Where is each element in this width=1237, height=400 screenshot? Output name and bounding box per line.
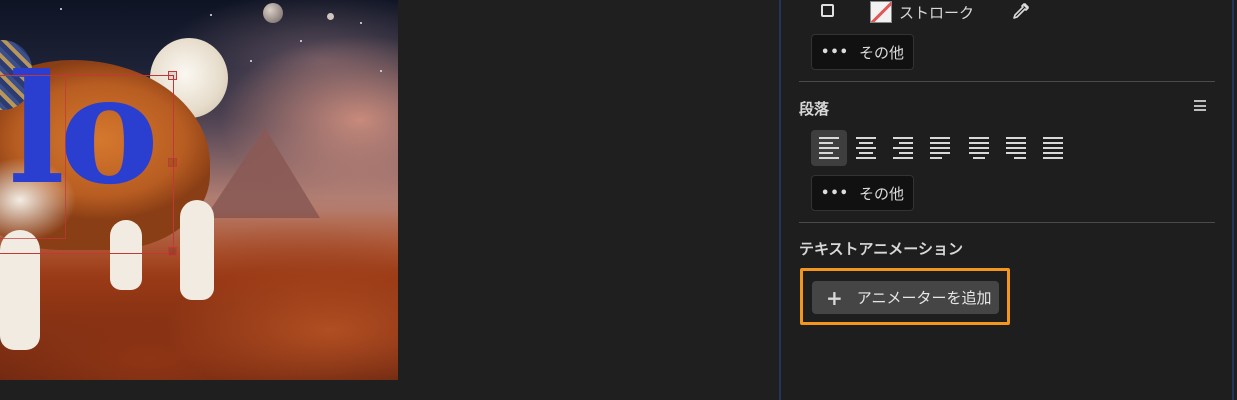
planet (327, 13, 334, 20)
properties-panel: ストローク ••• その他 段落 ••• その他 テキストアニメーション + ア… (781, 0, 1232, 400)
character-fill-row (821, 4, 834, 17)
paragraph-section-title: 段落 (799, 100, 830, 118)
star (210, 14, 212, 16)
character-more-button[interactable]: ••• その他 (811, 34, 914, 70)
planet (263, 3, 283, 23)
dog-leg (180, 200, 214, 300)
align-center-button[interactable] (848, 130, 884, 166)
align-left-button[interactable] (811, 130, 847, 166)
paragraph-more-button[interactable]: ••• その他 (811, 175, 914, 211)
star (250, 60, 252, 62)
highlight-outline: + アニメーターを追加 (800, 268, 1010, 325)
text-animation-section-title: テキストアニメーション (799, 240, 963, 258)
add-animator-button[interactable]: + アニメーターを追加 (812, 281, 999, 314)
more-dots-icon: ••• (821, 185, 849, 201)
justify-all-button[interactable] (1035, 130, 1071, 166)
add-animator-label: アニメーターを追加 (856, 289, 992, 307)
text-inner-box (0, 75, 66, 239)
stroke-control[interactable]: ストローク (870, 1, 974, 23)
justify-right-button[interactable] (998, 130, 1034, 166)
justify-left-button[interactable] (922, 130, 958, 166)
panel-right-border (1232, 0, 1234, 400)
resize-handle-top-right[interactable] (168, 71, 177, 80)
more-label: その他 (858, 184, 904, 203)
resize-handle-bottom-right[interactable] (168, 247, 177, 256)
stroke-color-swatch[interactable] (870, 1, 892, 23)
section-divider (799, 222, 1215, 223)
star (360, 22, 362, 24)
eyedropper-icon[interactable] (1009, 1, 1031, 23)
stroke-label: ストローク (899, 3, 975, 22)
align-right-button[interactable] (885, 130, 921, 166)
artwork-canvas[interactable]: lo (0, 0, 398, 380)
star (380, 70, 382, 72)
resize-handle-right[interactable] (168, 158, 177, 167)
mountain (205, 128, 320, 218)
more-dots-icon: ••• (821, 44, 849, 60)
justify-center-button[interactable] (961, 130, 997, 166)
star (60, 8, 62, 10)
star (300, 40, 302, 42)
plus-icon: + (826, 285, 843, 310)
section-divider (799, 81, 1215, 82)
paragraph-menu-icon[interactable] (1194, 100, 1206, 111)
more-label: その他 (858, 43, 904, 62)
fill-checkbox[interactable] (821, 4, 834, 17)
